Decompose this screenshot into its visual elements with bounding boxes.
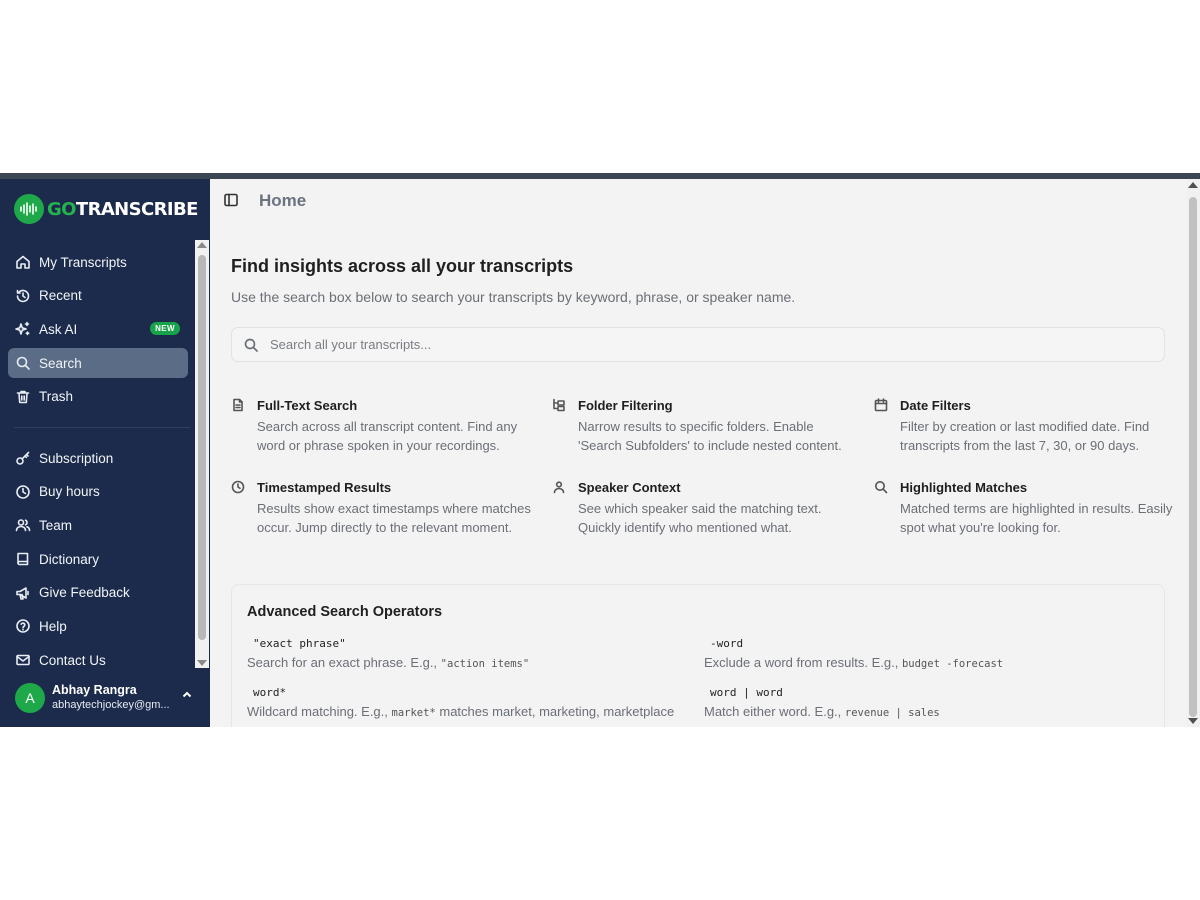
user-email: abhaytechjockey@gm... xyxy=(52,699,170,711)
sidebar-item-label: Subscription xyxy=(39,450,114,466)
scroll-up-arrow-icon[interactable] xyxy=(197,242,207,248)
sidebar-item-label: Help xyxy=(39,618,67,634)
user-menu[interactable]: A Abhay Rangra abhaytechjockey@gm... xyxy=(0,668,210,727)
users-icon xyxy=(15,517,31,533)
feature-title: Speaker Context xyxy=(578,480,681,495)
sidebar-secondary-nav: Subscription Buy hours Team Dictionary G… xyxy=(8,443,188,679)
home-icon xyxy=(15,254,31,270)
feature-description: Search across all transcript content. Fi… xyxy=(257,419,518,453)
sidebar: GOTRANSCRIBE My Transcripts Recent Ask A… xyxy=(0,179,210,727)
help-circle-icon xyxy=(15,618,31,634)
scroll-down-arrow-icon[interactable] xyxy=(197,660,207,666)
main-content: Home Find insights across all your trans… xyxy=(210,179,1186,727)
sidebar-item-label: Recent xyxy=(39,288,82,304)
sidebar-toggle-icon[interactable] xyxy=(223,192,239,208)
sidebar-item-ask-ai[interactable]: Ask AI NEW xyxy=(8,314,188,344)
feature-title: Date Filters xyxy=(900,398,971,413)
folder-tree-icon xyxy=(552,398,566,412)
feature-description: See which speaker said the matching text… xyxy=(578,501,822,535)
operator-description: Wildcard matching. E.g., market* matches… xyxy=(247,704,675,719)
user-icon xyxy=(552,480,566,494)
page-title: Home xyxy=(259,191,307,210)
feature-title: Highlighted Matches xyxy=(900,480,1028,495)
waveform-icon xyxy=(14,194,44,224)
sidebar-item-label: Contact Us xyxy=(39,652,106,668)
scroll-down-arrow-icon[interactable] xyxy=(1188,718,1198,724)
operator-code: -word xyxy=(710,637,744,650)
sidebar-item-search[interactable]: Search xyxy=(8,348,188,379)
book-icon xyxy=(15,551,31,567)
operator-description: Match either word. E.g., revenue | sales xyxy=(704,704,940,719)
page-scrollbar[interactable] xyxy=(1186,179,1200,727)
advanced-operators-title: Advanced Search Operators xyxy=(247,604,443,620)
sidebar-divider xyxy=(14,427,190,428)
operator-code: word | word xyxy=(710,686,783,699)
feature-description: Matched terms are highlighted in results… xyxy=(900,501,1173,535)
search-icon xyxy=(243,337,259,353)
operator-code: "exact phrase" xyxy=(253,637,346,650)
clock-icon xyxy=(15,484,31,500)
trash-icon xyxy=(15,389,31,405)
sidebar-item-label: Trash xyxy=(39,389,74,405)
section-subheading: Use the search box below to search your … xyxy=(231,289,796,305)
operator-description: Exclude a word from results. E.g., budge… xyxy=(704,655,1004,670)
sidebar-item-label: Team xyxy=(39,517,73,533)
sidebar-item-dictionary[interactable]: Dictionary xyxy=(8,544,188,574)
sidebar-item-help[interactable]: Help xyxy=(8,611,188,641)
section-heading: Find insights across all your transcript… xyxy=(231,256,574,276)
history-icon xyxy=(15,288,31,304)
sidebar-item-buy-hours[interactable]: Buy hours xyxy=(8,477,188,507)
brand-name: GOTRANSCRIBE xyxy=(47,198,198,220)
operator-exact-phrase: "exact phrase" Search for an exact phras… xyxy=(247,637,687,670)
clock-icon xyxy=(231,480,245,494)
operator-exclude-word: -word Exclude a word from results. E.g.,… xyxy=(704,637,1144,670)
sidebar-item-team[interactable]: Team xyxy=(8,510,188,540)
sidebar-primary-nav: My Transcripts Recent Ask AI NEW Search … xyxy=(8,247,188,415)
feature-description: Filter by creation or last modified date… xyxy=(900,419,1150,453)
operator-description: Search for an exact phrase. E.g., "actio… xyxy=(247,655,530,670)
operator-wildcard: word* Wildcard matching. E.g., market* m… xyxy=(247,686,687,719)
sidebar-item-my-transcripts[interactable]: My Transcripts xyxy=(8,247,188,277)
sidebar-item-label: Dictionary xyxy=(39,551,100,567)
new-badge: NEW xyxy=(150,322,180,336)
sidebar-scroll-thumb[interactable] xyxy=(198,255,206,640)
user-name: Abhay Rangra xyxy=(52,683,137,697)
search-box[interactable] xyxy=(231,327,1165,362)
sidebar-item-label: My Transcripts xyxy=(39,254,127,270)
feature-description: Results show exact timestamps where matc… xyxy=(257,501,531,535)
calendar-icon xyxy=(874,398,888,412)
avatar: A xyxy=(15,683,45,713)
sidebar-item-label: Search xyxy=(39,355,82,371)
megaphone-icon xyxy=(15,585,31,601)
feature-description: Narrow results to specific folders. Enab… xyxy=(578,419,842,453)
operator-or: word | word Match either word. E.g., rev… xyxy=(704,686,1144,719)
page-scroll-thumb[interactable] xyxy=(1189,197,1197,717)
sidebar-item-subscription[interactable]: Subscription xyxy=(8,443,188,473)
sidebar-item-label: Give Feedback xyxy=(39,585,130,601)
sidebar-scrollbar[interactable] xyxy=(195,240,209,668)
operator-code: word* xyxy=(253,686,287,699)
sidebar-item-trash[interactable]: Trash xyxy=(8,382,188,412)
mail-icon xyxy=(15,652,31,668)
search-input[interactable] xyxy=(270,337,1130,352)
key-icon xyxy=(15,450,31,466)
feature-title: Timestamped Results xyxy=(257,480,392,495)
feature-title: Full-Text Search xyxy=(257,398,358,413)
sidebar-item-recent[interactable]: Recent xyxy=(8,281,188,311)
search-icon xyxy=(874,480,888,494)
file-text-icon xyxy=(231,398,245,412)
gotranscribe-logo[interactable]: GOTRANSCRIBE xyxy=(14,194,198,224)
scroll-up-arrow-icon[interactable] xyxy=(1188,182,1198,188)
chevron-up-icon[interactable] xyxy=(181,688,193,700)
search-icon xyxy=(15,355,31,371)
sidebar-item-label: Ask AI xyxy=(39,321,78,337)
sidebar-item-give-feedback[interactable]: Give Feedback xyxy=(8,578,188,608)
sparkles-icon xyxy=(15,321,31,337)
sidebar-item-label: Buy hours xyxy=(39,484,100,500)
advanced-operators-card: Advanced Search Operators "exact phrase"… xyxy=(231,584,1165,727)
feature-title: Folder Filtering xyxy=(578,398,673,413)
